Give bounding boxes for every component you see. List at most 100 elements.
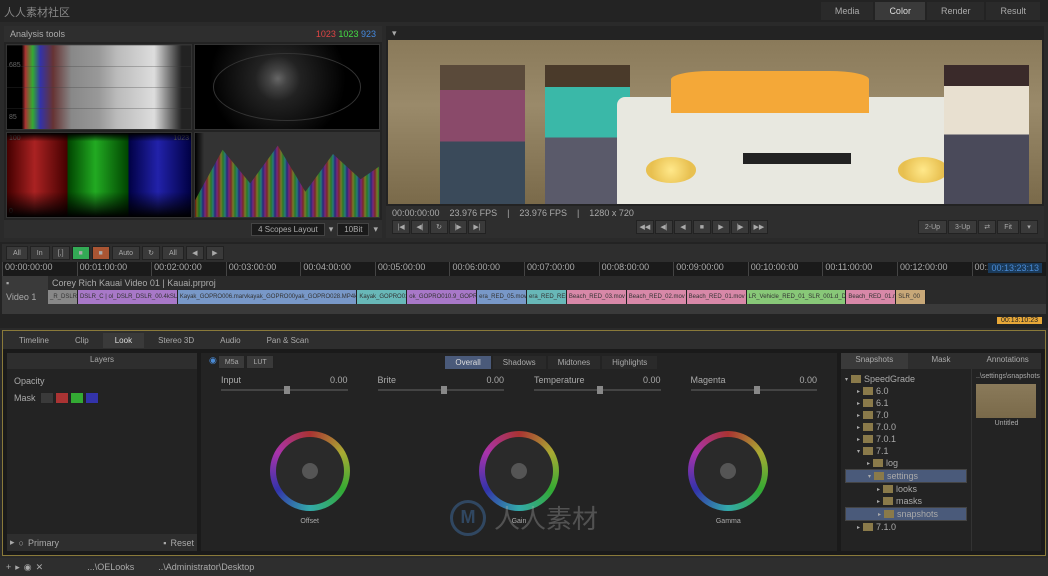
tree-item[interactable]: ▸looks <box>845 483 967 495</box>
timeline-clip[interactable]: Kayak_GOPRO006.marvkayak_GOPRO00yak_GOPR… <box>178 290 358 304</box>
track-toggle[interactable] <box>2 304 48 314</box>
wheel-left-tab-1[interactable]: M5a <box>218 355 246 369</box>
tab-panscan[interactable]: Pan & Scan <box>255 333 321 348</box>
scope-vectorscope[interactable] <box>194 44 380 130</box>
tree-item[interactable]: ▸6.0 <box>845 385 967 397</box>
tab-look[interactable]: Look <box>103 333 144 348</box>
tree-item[interactable]: ▸masks <box>845 495 967 507</box>
lock-icon[interactable]: ▪ <box>163 538 166 548</box>
tree-item[interactable]: ▸snapshots <box>845 507 967 521</box>
tl-all-button[interactable]: All <box>6 246 28 260</box>
tab-result[interactable]: Result <box>986 2 1040 20</box>
step-fwd-button[interactable]: |▶ <box>449 220 467 234</box>
timeline-clip[interactable]: ok_GOPRO010.9_GOPRO010.5 <box>407 290 477 304</box>
tree-item[interactable]: ▾settings <box>845 469 967 483</box>
slider-input[interactable]: Input0.00 <box>221 375 348 387</box>
slider-magenta[interactable]: Magenta0.00 <box>691 375 818 387</box>
btab-snapshots[interactable]: Snapshots <box>841 353 908 369</box>
path-1[interactable]: ...\OELooks <box>87 562 134 572</box>
slider-brite[interactable]: Brite0.00 <box>378 375 505 387</box>
3up-button[interactable]: 3-Up <box>948 220 977 234</box>
tab-clip[interactable]: Clip <box>63 333 101 348</box>
timeline-clip[interactable]: SLR_00 <box>896 290 926 304</box>
loop-button[interactable]: ↻ <box>430 220 448 234</box>
mask-btn-r[interactable] <box>55 392 69 404</box>
tree-item[interactable]: ▸7.0.0 <box>845 421 967 433</box>
timeline-clip[interactable]: Beach_RED_03.mov <box>567 290 627 304</box>
stop-button[interactable]: ■ <box>693 220 711 234</box>
tab-media[interactable]: Media <box>821 2 874 20</box>
subtab-highlights[interactable]: Highlights <box>602 356 657 369</box>
wheel-left-tab-2[interactable]: LUT <box>246 355 273 369</box>
btab-mask[interactable]: Mask <box>908 353 975 369</box>
tl-prev-icon[interactable]: ◀ <box>186 246 204 260</box>
tl-in-button[interactable]: In <box>30 246 50 260</box>
add-icon[interactable]: + <box>6 562 11 572</box>
tool-icon[interactable]: ▸ <box>15 562 20 573</box>
rewind-button[interactable]: ◀◀ <box>636 220 654 234</box>
dropdown-icon[interactable]: ▾ <box>392 28 397 38</box>
slider-temperature[interactable]: Temperature0.00 <box>534 375 661 387</box>
step-back-button[interactable]: ◀| <box>411 220 429 234</box>
subtab-midtones[interactable]: Midtones <box>548 356 600 369</box>
chevron-down-icon[interactable]: ▾ <box>373 224 378 235</box>
swap-icon[interactable]: ⇄ <box>978 220 996 234</box>
tl-tool-icon[interactable]: ■ <box>92 246 110 260</box>
color-wheel-gamma[interactable]: Gamma <box>688 431 768 511</box>
tool-icon[interactable]: ✕ <box>36 562 44 573</box>
folder-tree[interactable]: ▾SpeedGrade▸6.0▸6.1▸7.0▸7.0.0▸7.0.1▾7.1 ▸… <box>841 369 971 551</box>
fit-select[interactable]: Fit <box>997 220 1019 234</box>
scope-waveform[interactable]: 685 85 <box>6 44 192 130</box>
video-track[interactable]: Video 1 _R_DSLRDSLR_C | ol_DSLR_DSLR_00.… <box>2 290 1046 304</box>
monitor-viewport[interactable] <box>388 40 1042 204</box>
tree-item[interactable]: ▸7.1.0 <box>845 521 967 533</box>
mask-btn-none[interactable] <box>40 392 54 404</box>
tl-auto-button[interactable]: Auto <box>112 246 140 260</box>
play-button[interactable]: ▶ <box>712 220 730 234</box>
timeline-ruler[interactable]: 00:00:00:00 00:01:00:00 00:02:00:00 00:0… <box>2 262 1046 276</box>
chevron-down-icon[interactable]: ▾ <box>329 224 334 235</box>
timeline-clip[interactable]: Beach_RED_01.mov <box>687 290 747 304</box>
play-back-button[interactable]: ◀ <box>674 220 692 234</box>
layer-toggle-icon[interactable]: ▸ <box>10 537 15 548</box>
tl-marker-icon[interactable]: [,] <box>52 246 70 260</box>
tool-icon[interactable]: ◉ <box>24 562 32 573</box>
mask-btn-g[interactable] <box>70 392 84 404</box>
mask-btn-b[interactable] <box>85 392 99 404</box>
2up-button[interactable]: 2-Up <box>918 220 947 234</box>
clips-container[interactable]: _R_DSLRDSLR_C | ol_DSLR_DSLR_00.4kSLR_DS… <box>48 290 1046 304</box>
timeline-clip[interactable]: DSLR_C | ol_DSLR_DSLR_00.4kSLR_DSLR <box>78 290 178 304</box>
timeline-clip[interactable]: Beach_RED_01.mov <box>846 290 896 304</box>
tree-item[interactable]: ▸7.0.1 <box>845 433 967 445</box>
color-wheel-offset[interactable]: Offset <box>270 431 350 511</box>
tree-item[interactable]: ▾SpeedGrade <box>845 373 967 385</box>
tab-stereo3d[interactable]: Stereo 3D <box>146 333 206 348</box>
timeline-clip[interactable]: LR_Vehicle_RED_01_SLR_001.d_DSLR_001 <box>747 290 847 304</box>
subtab-overall[interactable]: Overall <box>445 356 490 369</box>
path-2[interactable]: ..\Administrator\Desktop <box>158 562 254 572</box>
track-label[interactable]: Video 1 <box>2 290 48 304</box>
grading-track[interactable] <box>2 304 1046 314</box>
primary-layer[interactable]: ▸ ○ Primary ▪ Reset <box>7 534 197 551</box>
scope-luma[interactable] <box>194 132 380 218</box>
reset-button[interactable]: Reset <box>170 538 194 548</box>
tree-item[interactable]: ▸7.0 <box>845 409 967 421</box>
tree-item[interactable]: ▸6.1 <box>845 397 967 409</box>
timeline-clip[interactable]: era_RED_RED_01 <box>527 290 567 304</box>
fforward-button[interactable]: ▶▶ <box>750 220 768 234</box>
prev-frame-button[interactable]: ◀| <box>655 220 673 234</box>
timeline-clip[interactable]: Kayak_GOPRO018.MP4 <box>357 290 407 304</box>
subtab-shadows[interactable]: Shadows <box>493 356 546 369</box>
track-toggle-icon[interactable]: ▪ <box>2 276 48 290</box>
wheel-mode-icon[interactable]: ◉ <box>209 355 217 369</box>
tree-item[interactable]: ▾7.1 <box>845 445 967 457</box>
tl-tool-icon[interactable]: ■ <box>72 246 90 260</box>
tl-next-icon[interactable]: ▶ <box>206 246 224 260</box>
btab-annotations[interactable]: Annotations <box>974 353 1041 369</box>
tl-refresh-icon[interactable]: ↻ <box>142 246 160 260</box>
chevron-down-icon[interactable]: ▾ <box>1020 220 1038 234</box>
goto-end-button[interactable]: ▶| <box>468 220 486 234</box>
visibility-icon[interactable]: ○ <box>19 538 24 548</box>
timeline-clip[interactable]: era_RED_05.mov_RED_04 <box>477 290 527 304</box>
next-frame-button[interactable]: |▶ <box>731 220 749 234</box>
